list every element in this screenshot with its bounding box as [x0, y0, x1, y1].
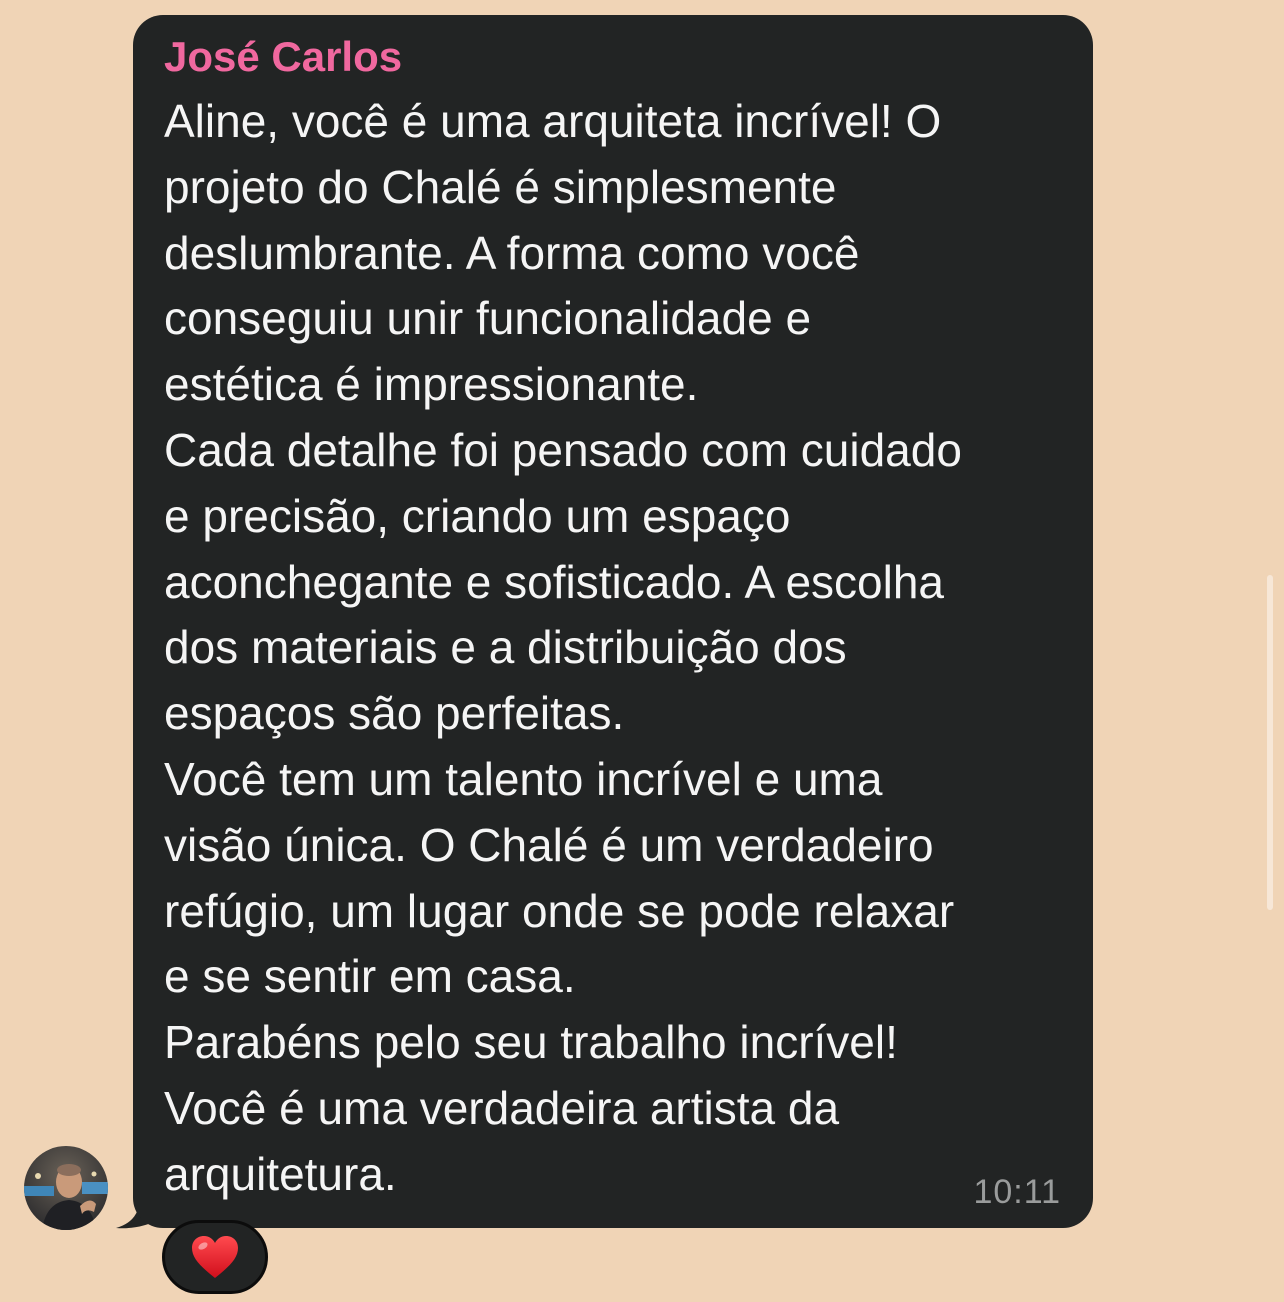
message-text: Aline, você é uma arquiteta incrível! O p…: [164, 89, 1063, 1208]
message-line: Você tem um talento incrível e uma: [164, 752, 883, 805]
message-line: refúgio, um lugar onde se pode relaxar: [164, 884, 955, 937]
sender-name[interactable]: José Carlos: [164, 31, 1063, 83]
sender-avatar[interactable]: [24, 1146, 108, 1230]
scrollbar[interactable]: [1267, 575, 1273, 910]
message-line: dos materiais e a distribuição dos: [164, 621, 847, 674]
message-line: estética é impressionante.: [164, 358, 699, 411]
avatar-photo: [24, 1146, 108, 1230]
message-line: e se sentir em casa.: [164, 950, 576, 1003]
message-line: visão única. O Chalé é um verdadeiro: [164, 818, 934, 871]
message-timestamp: 10:11: [973, 1173, 1061, 1211]
message-line: conseguiu unir funcionalidade e: [164, 292, 812, 345]
message-line: Aline, você é uma arquiteta incrível! O: [164, 95, 942, 147]
message-bubble[interactable]: José Carlos Aline, você é uma arquiteta …: [133, 15, 1093, 1228]
reaction-badge[interactable]: [162, 1220, 268, 1294]
chat-area[interactable]: José Carlos Aline, você é uma arquiteta …: [0, 0, 1284, 1302]
message-line: deslumbrante. A forma como você: [164, 226, 860, 279]
message-line: aconchegante e sofisticado. A escolha: [164, 555, 945, 608]
message-line: projeto do Chalé é simplesmente: [164, 160, 837, 213]
message-line: arquitetura.: [164, 1147, 397, 1200]
message-line: Parabéns pelo seu trabalho incrível!: [164, 1016, 898, 1069]
message-line: Cada detalhe foi pensado com cuidado: [164, 423, 962, 476]
message-line: espaços são perfeitas.: [164, 687, 625, 740]
message-line: e precisão, criando um espaço: [164, 489, 791, 542]
message-line: Você é uma verdadeira artista da: [164, 1081, 840, 1134]
heart-icon: [192, 1236, 238, 1278]
